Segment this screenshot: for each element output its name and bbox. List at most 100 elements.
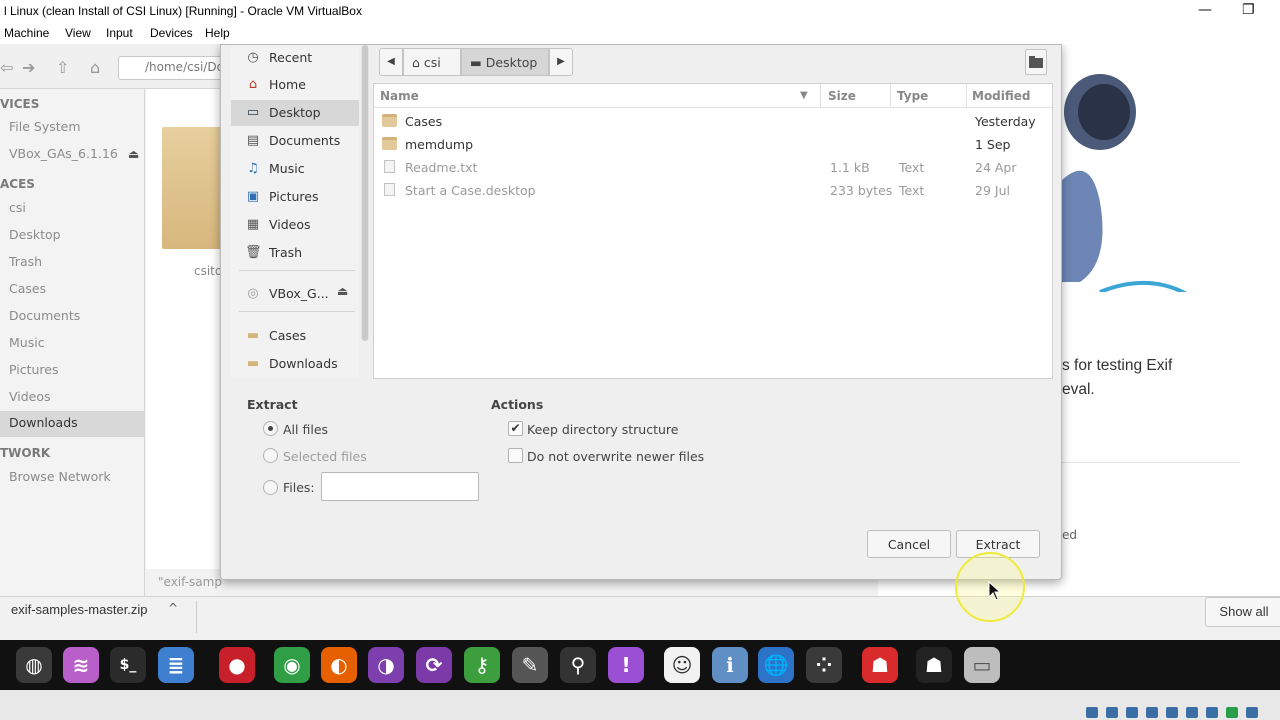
recording-status-icon[interactable] xyxy=(1226,707,1238,718)
sidebar-item-csi[interactable]: csi xyxy=(0,196,145,222)
restore-button[interactable]: ❐ xyxy=(1242,2,1255,18)
file-row[interactable]: Cases Yesterday xyxy=(374,110,1054,133)
sidebar-item-documents[interactable]: Documents xyxy=(0,304,145,330)
optical-status-icon[interactable] xyxy=(1106,707,1118,718)
eject-icon[interactable]: ⏏ xyxy=(128,147,139,161)
sidebar-item-music[interactable]: Music xyxy=(0,331,145,357)
keyhole-icon[interactable]: ⚷ xyxy=(464,647,500,683)
pen-icon[interactable]: ✎ xyxy=(512,647,548,683)
forward-arrow-icon[interactable]: ➔ xyxy=(22,58,35,77)
firefox-icon[interactable]: ◐ xyxy=(321,647,357,683)
menu-machine[interactable]: Machine xyxy=(4,26,49,40)
tor-icon[interactable]: ◑ xyxy=(368,647,404,683)
sidebar-item-desktop[interactable]: Desktop xyxy=(0,223,145,249)
place-cases[interactable]: ▬ Cases xyxy=(231,323,359,349)
no-overwrite-checkbox[interactable] xyxy=(508,448,523,463)
sidebar-item-videos[interactable]: Videos xyxy=(0,385,145,411)
terminal-icon[interactable]: $_ xyxy=(110,647,146,683)
cpu-status-icon[interactable] xyxy=(1246,707,1258,718)
no-overwrite-label[interactable]: Do not overwrite newer files xyxy=(527,449,704,464)
shared-folder-icon[interactable] xyxy=(1186,707,1198,718)
sidebar-item-browse-network[interactable]: Browse Network xyxy=(0,465,145,491)
alert-bubble-icon[interactable]: ! xyxy=(608,647,644,683)
place-documents[interactable]: ▤ Documents xyxy=(231,128,359,154)
files-pattern-input[interactable] xyxy=(321,472,479,501)
files-radio[interactable] xyxy=(263,480,278,495)
new-folder-button[interactable] xyxy=(1025,49,1047,75)
place-recent[interactable]: ◷ Recent xyxy=(231,45,359,71)
drive-icon[interactable]: ▭ xyxy=(964,647,1000,683)
usb-status-icon[interactable] xyxy=(1166,707,1178,718)
selected-files-radio[interactable] xyxy=(263,448,278,463)
path-desktop-button[interactable]: ▬ Desktop xyxy=(461,48,549,76)
text-editor-icon[interactable]: ≣ xyxy=(158,647,194,683)
sort-chevron-icon[interactable]: ▼ xyxy=(800,90,808,101)
file-row[interactable]: Readme.txt 1.1 kB Text 24 Apr xyxy=(374,156,1054,179)
divider xyxy=(966,84,967,108)
column-size[interactable]: Size xyxy=(828,89,856,103)
home-icon[interactable]: ⌂ xyxy=(90,58,100,77)
keep-structure-checkbox[interactable]: ✔ xyxy=(508,421,523,436)
column-name[interactable]: Name xyxy=(380,89,419,103)
agent-icon[interactable]: ☺ xyxy=(664,647,700,683)
column-modified[interactable]: Modified xyxy=(972,89,1031,103)
place-vbox[interactable]: ◎ VBox_G... ⏏ xyxy=(231,281,359,307)
path-forward-button[interactable]: ▶ xyxy=(549,48,573,76)
menu-view[interactable]: View xyxy=(65,26,91,40)
divider xyxy=(196,601,197,633)
eject-icon[interactable]: ⏏ xyxy=(337,284,348,298)
column-type[interactable]: Type xyxy=(897,89,928,103)
show-all-button[interactable]: Show all xyxy=(1205,597,1280,627)
package-icon[interactable] xyxy=(162,127,222,249)
earth-icon[interactable]: 🌐 xyxy=(758,647,794,683)
place-pictures[interactable]: ▣ Pictures xyxy=(231,184,359,210)
place-videos[interactable]: ▦ Videos xyxy=(231,212,359,238)
menu-input[interactable]: Input xyxy=(106,26,133,40)
person-icon[interactable]: ⚲ xyxy=(560,647,596,683)
display-status-icon[interactable] xyxy=(1206,707,1218,718)
sidebar-item-vbox[interactable]: VBox_GAs_6.1.16 xyxy=(0,142,145,168)
sidebar-item-filesystem[interactable]: File System xyxy=(0,115,145,141)
sidebar-item-downloads[interactable]: Downloads xyxy=(0,411,145,437)
place-home[interactable]: ⌂ Home xyxy=(231,72,359,98)
network-status-icon[interactable] xyxy=(1146,707,1158,718)
file-row[interactable]: Start a Case.desktop 233 bytes Text 29 J… xyxy=(374,179,1054,202)
audio-status-icon[interactable] xyxy=(1126,707,1138,718)
sync-icon[interactable]: ⟳ xyxy=(416,647,452,683)
keep-structure-label[interactable]: Keep directory structure xyxy=(527,422,678,437)
place-desktop[interactable]: ▭ Desktop xyxy=(231,100,359,126)
circles-icon[interactable]: ⁘ xyxy=(806,647,842,683)
minimize-button[interactable]: — xyxy=(1198,2,1212,18)
waveform-icon[interactable]: ≋ xyxy=(63,647,99,683)
location-field[interactable]: /home/csi/Do xyxy=(118,56,228,80)
place-trash[interactable]: 🗑 Trash xyxy=(231,240,359,266)
dog-red-icon[interactable]: ☗ xyxy=(862,647,898,683)
chrome-icon[interactable]: ◉ xyxy=(274,647,310,683)
menu-devices[interactable]: Devices xyxy=(150,26,193,40)
sidebar-item-trash[interactable]: Trash xyxy=(0,250,145,276)
up-arrow-icon[interactable]: ⇧ xyxy=(56,58,69,77)
selected-files-label[interactable]: Selected files xyxy=(283,449,367,464)
menu-help[interactable]: Help xyxy=(205,26,230,40)
back-arrow-icon[interactable]: ⇦ xyxy=(0,58,13,77)
path-back-button[interactable]: ◀ xyxy=(379,48,403,76)
cherry-icon[interactable]: ● xyxy=(219,647,255,683)
places-scrollbar[interactable] xyxy=(361,45,369,341)
hdd-status-icon[interactable] xyxy=(1086,707,1098,718)
globe-wire-icon[interactable]: ◍ xyxy=(16,647,52,683)
all-files-label[interactable]: All files xyxy=(283,422,328,437)
all-files-radio[interactable] xyxy=(263,421,278,436)
path-home-button[interactable]: ⌂ csi xyxy=(403,48,461,76)
scrollbar-thumb[interactable] xyxy=(362,45,368,341)
place-music[interactable]: ♫ Music xyxy=(231,156,359,182)
user-info-icon[interactable]: ℹ xyxy=(712,647,748,683)
sidebar-item-cases[interactable]: Cases xyxy=(0,277,145,303)
chevron-up-icon[interactable]: ^ xyxy=(168,601,178,615)
place-downloads[interactable]: ▬ Downloads xyxy=(231,351,359,377)
files-label[interactable]: Files: xyxy=(283,480,315,495)
download-item[interactable]: exif-samples-master.zip xyxy=(11,602,148,617)
file-row[interactable]: memdump 1 Sep xyxy=(374,133,1054,156)
sidebar-item-pictures[interactable]: Pictures xyxy=(0,358,145,384)
cancel-button[interactable]: Cancel xyxy=(867,530,951,558)
doberman-icon[interactable]: ☗ xyxy=(916,647,952,683)
